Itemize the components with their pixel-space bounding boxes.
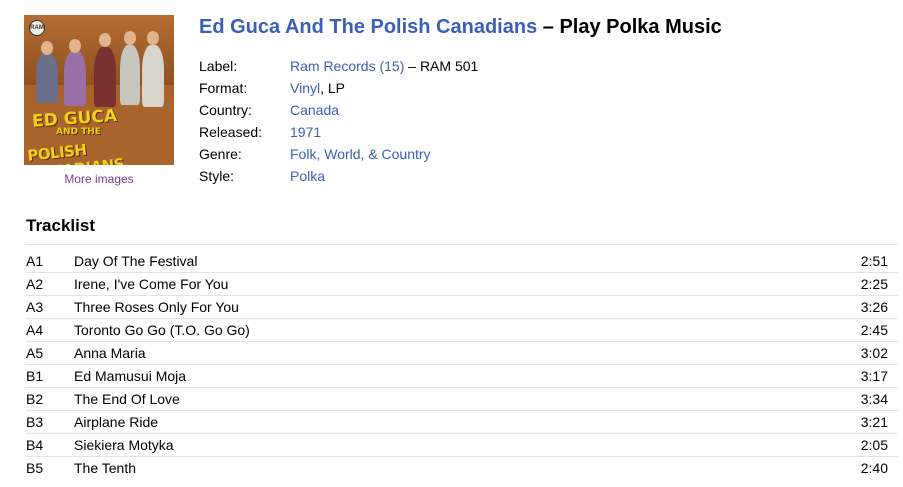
track-duration: 3:02 xyxy=(860,345,888,361)
track-position: A5 xyxy=(26,345,44,361)
track-row: A3 Three Roses Only For You 3:26 xyxy=(26,296,888,318)
detail-key: Released: xyxy=(199,124,263,140)
country-link[interactable]: Canada xyxy=(290,102,339,118)
release-title: Ed Guca And The Polish Canadians – Play … xyxy=(199,15,722,39)
track-position: B1 xyxy=(26,368,44,384)
tracklist-heading: Tracklist xyxy=(26,216,95,235)
track-title: Airplane Ride xyxy=(74,414,159,430)
detail-value: Polka xyxy=(290,165,325,187)
track-position: B4 xyxy=(26,437,44,453)
track-duration: 3:26 xyxy=(860,299,888,315)
track-title: Siekiera Motyka xyxy=(74,437,174,453)
album-cover-image[interactable]: RAM ED GUCA AND THE POLISH CANADIANS xyxy=(24,15,174,165)
track-position: A3 xyxy=(26,299,44,315)
track-duration: 2:25 xyxy=(860,276,888,292)
detail-value: 1971 xyxy=(290,121,321,143)
track-title: The End Of Love xyxy=(74,391,180,407)
track-duration: 2:51 xyxy=(860,253,888,269)
cover-person xyxy=(64,51,86,106)
track-title: Anna Maria xyxy=(74,345,146,361)
genre-link[interactable]: Folk, World, & Country xyxy=(290,146,431,162)
track-row: A1 Day Of The Festival 2:51 xyxy=(26,250,888,272)
more-images-link[interactable]: More images xyxy=(24,172,174,186)
cover-person xyxy=(36,53,58,103)
detail-value: Canada xyxy=(290,99,339,121)
detail-key: Style: xyxy=(199,168,235,184)
track-title: The Tenth xyxy=(74,460,137,476)
track-row: B5 The Tenth 2:40 xyxy=(26,457,888,479)
track-row: A2 Irene, I've Come For You 2:25 xyxy=(26,273,888,295)
track-title: Toronto Go Go (T.O. Go Go) xyxy=(74,322,250,338)
cover-person-head xyxy=(69,39,81,53)
track-row: B4 Siekiera Motyka 2:05 xyxy=(26,434,888,456)
tracklist-divider xyxy=(26,244,898,245)
track-duration: 3:17 xyxy=(860,368,888,384)
track-row: B1 Ed Mamusui Moja 3:17 xyxy=(26,365,888,387)
released-link[interactable]: 1971 xyxy=(290,124,321,140)
cover-person-head xyxy=(147,31,159,45)
detail-value: Folk, World, & Country xyxy=(290,143,431,165)
label-link[interactable]: Ram Records (15) xyxy=(290,58,404,74)
track-position: A2 xyxy=(26,276,44,292)
track-row: B3 Airplane Ride 3:21 xyxy=(26,411,888,433)
detail-key: Format: xyxy=(199,80,248,96)
catalog-number: – RAM 501 xyxy=(404,58,479,74)
cover-person xyxy=(120,45,140,105)
cover-person-head xyxy=(41,41,53,55)
cover-person xyxy=(142,45,164,107)
track-duration: 2:05 xyxy=(860,437,888,453)
cover-person xyxy=(94,47,116,107)
track-duration: 3:34 xyxy=(860,391,888,407)
track-row: A5 Anna Maria 3:02 xyxy=(26,342,888,364)
style-link[interactable]: Polka xyxy=(290,168,325,184)
detail-key: Genre: xyxy=(199,146,242,162)
release-name: Play Polka Music xyxy=(559,16,722,38)
track-position: B3 xyxy=(26,414,44,430)
track-title: Ed Mamusui Moja xyxy=(74,368,187,384)
track-title: Irene, I've Come For You xyxy=(74,276,229,292)
track-row: B2 The End Of Love 3:34 xyxy=(26,388,888,410)
title-separator: – xyxy=(537,16,560,38)
track-position: B2 xyxy=(26,391,44,407)
artist-link[interactable]: Ed Guca And The Polish Canadians xyxy=(199,16,537,38)
format-link[interactable]: Vinyl xyxy=(290,80,320,96)
cover-label-logo: RAM xyxy=(29,20,45,36)
track-position: B5 xyxy=(26,460,44,476)
track-duration: 2:45 xyxy=(860,322,888,338)
cover-person-head xyxy=(124,31,136,45)
cover-text-line2: AND THE xyxy=(56,127,101,137)
format-rest: , LP xyxy=(320,80,345,96)
track-position: A1 xyxy=(26,253,44,269)
cover-person-head xyxy=(99,33,111,47)
track-title: Day Of The Festival xyxy=(74,253,198,269)
track-position: A4 xyxy=(26,322,44,338)
track-duration: 2:40 xyxy=(860,460,888,476)
track-duration: 3:21 xyxy=(860,414,888,430)
track-row: A4 Toronto Go Go (T.O. Go Go) 2:45 xyxy=(26,319,888,341)
detail-value: Vinyl, LP xyxy=(290,77,345,99)
track-title: Three Roses Only For You xyxy=(74,299,239,315)
detail-value: Ram Records (15) – RAM 501 xyxy=(290,55,478,77)
detail-key: Country: xyxy=(199,102,252,118)
detail-key: Label: xyxy=(199,58,238,74)
